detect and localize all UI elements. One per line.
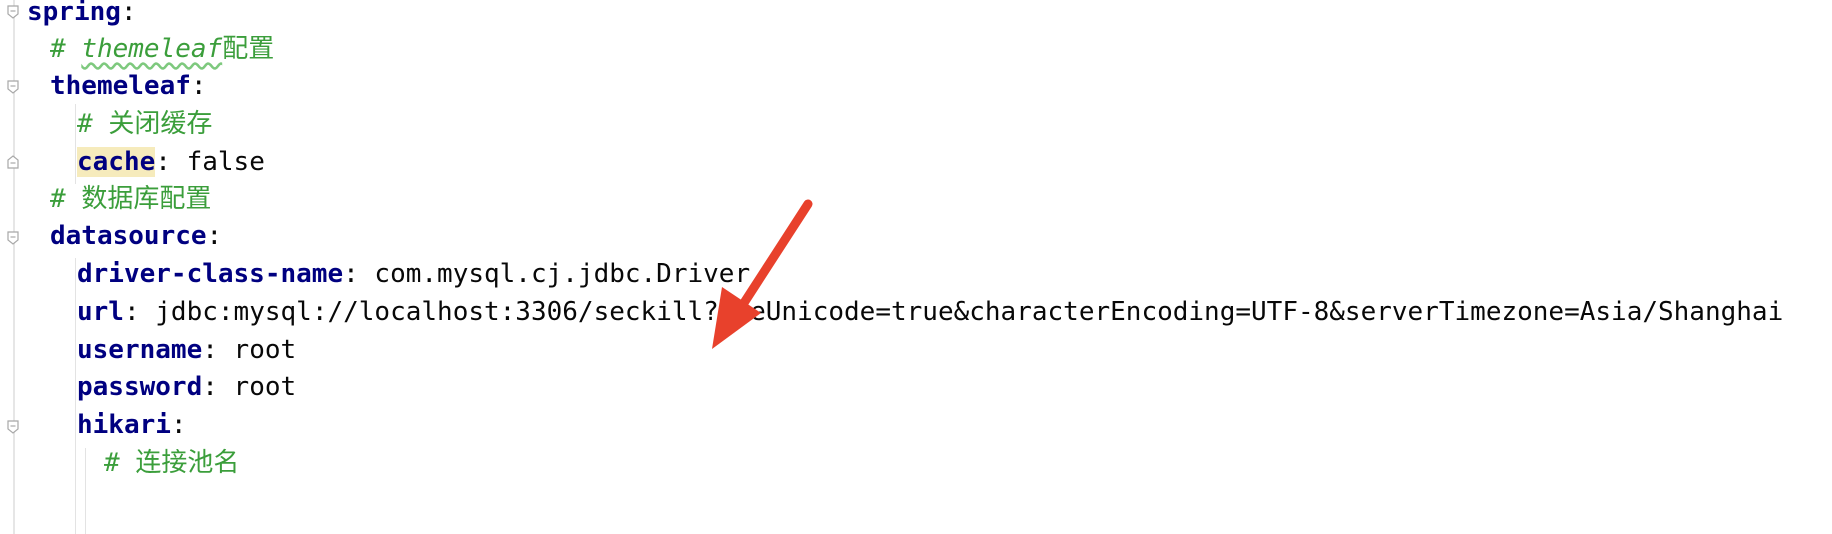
yaml-key: url — [77, 297, 124, 327]
yaml-key-highlighted: cache — [77, 147, 156, 177]
yaml-key: themeleaf — [50, 71, 191, 101]
comment-text: 配置 — [222, 34, 275, 64]
yaml-colon: : — [202, 372, 234, 402]
yaml-value: root — [233, 335, 297, 365]
comment-text: 关闭缓存 — [108, 109, 213, 139]
indent-guide — [85, 448, 86, 534]
comment-hash: # — [77, 109, 109, 139]
indent-guide — [75, 104, 76, 184]
yaml-value: root — [233, 372, 297, 402]
comment-hash: # — [50, 184, 82, 214]
comment-text: 数据库配置 — [81, 184, 212, 214]
code-editor[interactable]: spring: # themeleaf配置 themeleaf: # 关闭缓存 … — [0, 0, 1832, 534]
yaml-value: com.mysql.cj.jdbc.Driver — [374, 259, 751, 289]
editor-gutter — [0, 0, 22, 534]
fold-open-icon[interactable] — [6, 420, 20, 434]
fold-open-icon[interactable] — [6, 231, 20, 245]
fold-open-icon[interactable] — [6, 80, 20, 94]
yaml-colon: : — [155, 147, 187, 177]
yaml-colon: : — [170, 410, 187, 440]
yaml-colon: : — [123, 297, 156, 327]
indent-guide — [75, 258, 76, 534]
yaml-key: hikari — [77, 410, 171, 440]
yaml-colon: : — [343, 259, 375, 289]
yaml-key: spring — [27, 0, 121, 27]
yaml-key: datasource — [50, 221, 207, 251]
fold-open-icon[interactable] — [6, 5, 20, 19]
yaml-colon: : — [202, 335, 234, 365]
yaml-key: username — [77, 335, 203, 365]
yaml-value: jdbc:mysql://localhost:3306/seckill?useU… — [155, 297, 1784, 327]
code-line: url: jdbc:mysql://localhost:3306/seckill… — [77, 290, 1783, 334]
yaml-colon: : — [190, 71, 207, 101]
comment-hash: # — [50, 34, 82, 64]
fold-close-icon[interactable] — [6, 155, 20, 169]
code-comment: # 连接池名 — [104, 441, 239, 485]
yaml-key: password — [77, 372, 203, 402]
comment-word: themeleaf — [81, 34, 223, 64]
yaml-key: driver-class-name — [77, 259, 344, 289]
comment-hash: # — [104, 448, 136, 478]
comment-text: 连接池名 — [135, 448, 240, 478]
yaml-value: false — [186, 147, 265, 177]
yaml-colon: : — [120, 0, 137, 27]
yaml-colon: : — [206, 221, 223, 251]
